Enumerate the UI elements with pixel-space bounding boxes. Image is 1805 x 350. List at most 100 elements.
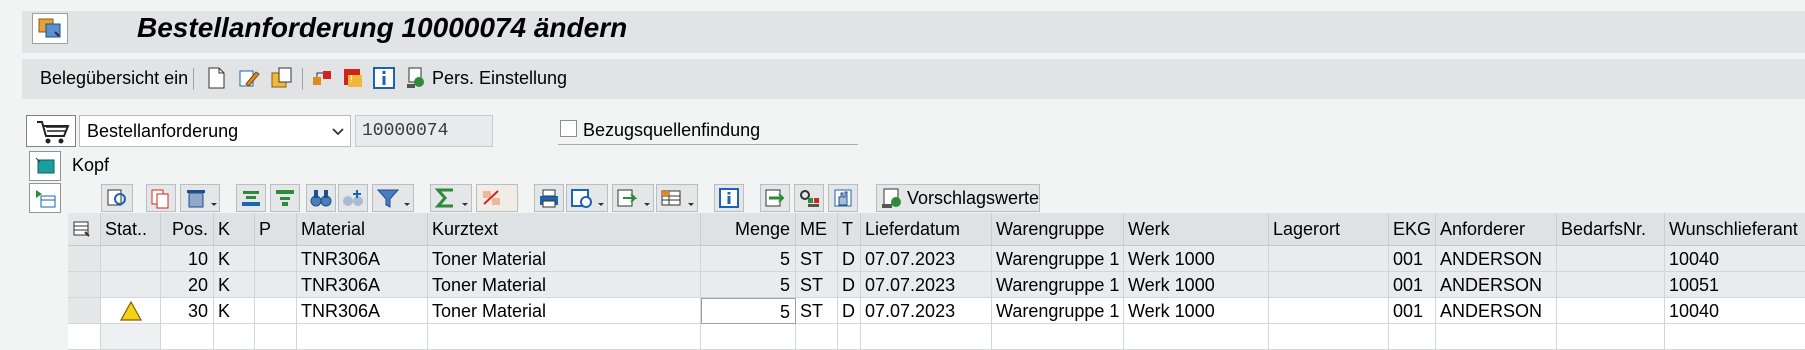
empty-cell[interactable] <box>838 324 861 350</box>
cell-stat[interactable] <box>101 298 161 324</box>
grid-sort-down-button[interactable] <box>270 184 300 212</box>
cell-anforderer[interactable]: ANDERSON <box>1436 298 1557 324</box>
cell-bedarfsnr[interactable] <box>1557 298 1665 324</box>
empty-cell[interactable] <box>1665 324 1805 350</box>
cell-ekg[interactable]: 001 <box>1389 298 1436 324</box>
cell-werk[interactable]: Werk 1000 <box>1124 272 1269 298</box>
cell-warengruppe[interactable]: Warengruppe 1 <box>992 246 1124 272</box>
grid-sort-up-button[interactable] <box>236 184 266 212</box>
empty-cell[interactable] <box>101 324 161 350</box>
column-header-menge[interactable]: Menge <box>701 213 796 245</box>
empty-table-row[interactable] <box>68 324 1805 350</box>
cell-lagerort[interactable] <box>1269 272 1389 298</box>
cell-me[interactable]: ST <box>796 298 838 324</box>
cell-bedarfsnr[interactable] <box>1557 246 1665 272</box>
empty-cell[interactable] <box>701 324 796 350</box>
grid-sum-button[interactable] <box>430 184 472 212</box>
messages-icon[interactable]: ! <box>341 66 365 90</box>
cell-p[interactable] <box>255 246 297 272</box>
personal-settings-icon[interactable] <box>405 66 429 90</box>
cell-menge[interactable]: 5 <box>701 298 796 324</box>
grid-delete-button[interactable] <box>180 184 220 212</box>
cell-me[interactable]: ST <box>796 272 838 298</box>
cell-lieferdatum[interactable]: 07.07.2023 <box>861 298 992 324</box>
empty-cell[interactable] <box>297 324 428 350</box>
cell-material[interactable]: TNR306A <box>297 272 428 298</box>
empty-cell[interactable] <box>861 324 992 350</box>
column-header-anforderer[interactable]: Anforderer <box>1436 213 1557 245</box>
document-number-field[interactable]: 10000074 <box>355 115 493 147</box>
cell-wunschlieferant[interactable]: 10051 <box>1665 272 1805 298</box>
column-header-material[interactable]: Material <box>297 213 428 245</box>
services-object-icon[interactable] <box>310 66 334 90</box>
grid-find-button[interactable] <box>306 184 336 212</box>
table-row[interactable]: 20 K TNR306A Toner Material 5 ST D 07.07… <box>68 272 1805 298</box>
cell-kurztext[interactable]: Toner Material <box>428 298 701 324</box>
header-expand-button[interactable] <box>29 151 61 181</box>
column-header-lagerort[interactable]: Lagerort <box>1269 213 1389 245</box>
empty-cell[interactable] <box>161 324 214 350</box>
other-document-icon[interactable] <box>270 66 294 90</box>
grid-layout-button[interactable] <box>656 184 698 212</box>
empty-cell[interactable] <box>428 324 701 350</box>
cell-t[interactable]: D <box>838 298 861 324</box>
grid-transfer-button[interactable] <box>760 184 790 212</box>
cell-werk[interactable]: Werk 1000 <box>1124 246 1269 272</box>
cell-wunschlieferant[interactable]: 10040 <box>1665 298 1805 324</box>
column-header-stat[interactable]: Stat.. <box>101 213 161 245</box>
document-type-button[interactable] <box>26 115 76 147</box>
row-selector[interactable] <box>68 246 101 272</box>
empty-cell[interactable] <box>992 324 1124 350</box>
cell-p[interactable] <box>255 272 297 298</box>
cell-pos[interactable]: 30 <box>161 298 214 324</box>
items-expand-button[interactable] <box>29 183 61 213</box>
column-header-p[interactable]: P <box>255 213 297 245</box>
cell-werk[interactable]: Werk 1000 <box>1124 298 1269 324</box>
column-header-me[interactable]: ME <box>796 213 838 245</box>
empty-cell[interactable] <box>1389 324 1436 350</box>
cell-bedarfsnr[interactable] <box>1557 272 1665 298</box>
column-header-werk[interactable]: Werk <box>1124 213 1269 245</box>
cell-wunschlieferant[interactable]: 10040 <box>1665 246 1805 272</box>
cell-material[interactable]: TNR306A <box>297 246 428 272</box>
bezugsquellenfindung-checkbox[interactable] <box>560 120 577 137</box>
cell-lieferdatum[interactable]: 07.07.2023 <box>861 272 992 298</box>
table-row[interactable]: 10 K TNR306A Toner Material 5 ST D 07.07… <box>68 246 1805 272</box>
cell-lagerort[interactable] <box>1269 246 1389 272</box>
change-display-icon[interactable] <box>237 66 261 90</box>
cell-k[interactable]: K <box>214 272 255 298</box>
cell-kurztext[interactable]: Toner Material <box>428 246 701 272</box>
column-header-t[interactable]: T <box>838 213 861 245</box>
cell-lieferdatum[interactable]: 07.07.2023 <box>861 246 992 272</box>
system-menu-button[interactable] <box>32 13 68 44</box>
column-header-kurztext[interactable]: Kurztext <box>428 213 701 245</box>
cell-menge[interactable]: 5 <box>701 272 796 298</box>
column-config-button[interactable] <box>68 213 101 245</box>
grid-hold-button[interactable] <box>828 184 858 212</box>
column-header-ekg[interactable]: EKG <box>1389 213 1436 245</box>
grid-info-button[interactable] <box>714 184 744 212</box>
cell-p[interactable] <box>255 298 297 324</box>
cell-kurztext[interactable]: Toner Material <box>428 272 701 298</box>
empty-cell[interactable] <box>1557 324 1665 350</box>
column-header-bedarfsnr[interactable]: BedarfsNr. <box>1557 213 1665 245</box>
cell-material[interactable]: TNR306A <box>297 298 428 324</box>
new-document-icon[interactable] <box>204 66 228 90</box>
cell-anforderer[interactable]: ANDERSON <box>1436 272 1557 298</box>
grid-details-button[interactable] <box>101 184 133 212</box>
row-selector[interactable] <box>68 324 101 350</box>
row-selector[interactable] <box>68 298 101 324</box>
cell-k[interactable]: K <box>214 246 255 272</box>
cell-anforderer[interactable]: ANDERSON <box>1436 246 1557 272</box>
cell-t[interactable]: D <box>838 272 861 298</box>
grid-settings-button[interactable] <box>794 184 824 212</box>
cell-ekg[interactable]: 001 <box>1389 246 1436 272</box>
belegubersicht-button[interactable]: Belegübersicht ein <box>40 68 188 89</box>
grid-export-button[interactable] <box>612 184 654 212</box>
empty-cell[interactable] <box>1269 324 1389 350</box>
grid-print-button[interactable] <box>534 184 564 212</box>
grid-filter-button[interactable] <box>372 184 414 212</box>
cell-me[interactable]: ST <box>796 246 838 272</box>
grid-find-next-button[interactable] <box>338 184 368 212</box>
cell-menge[interactable]: 5 <box>701 246 796 272</box>
